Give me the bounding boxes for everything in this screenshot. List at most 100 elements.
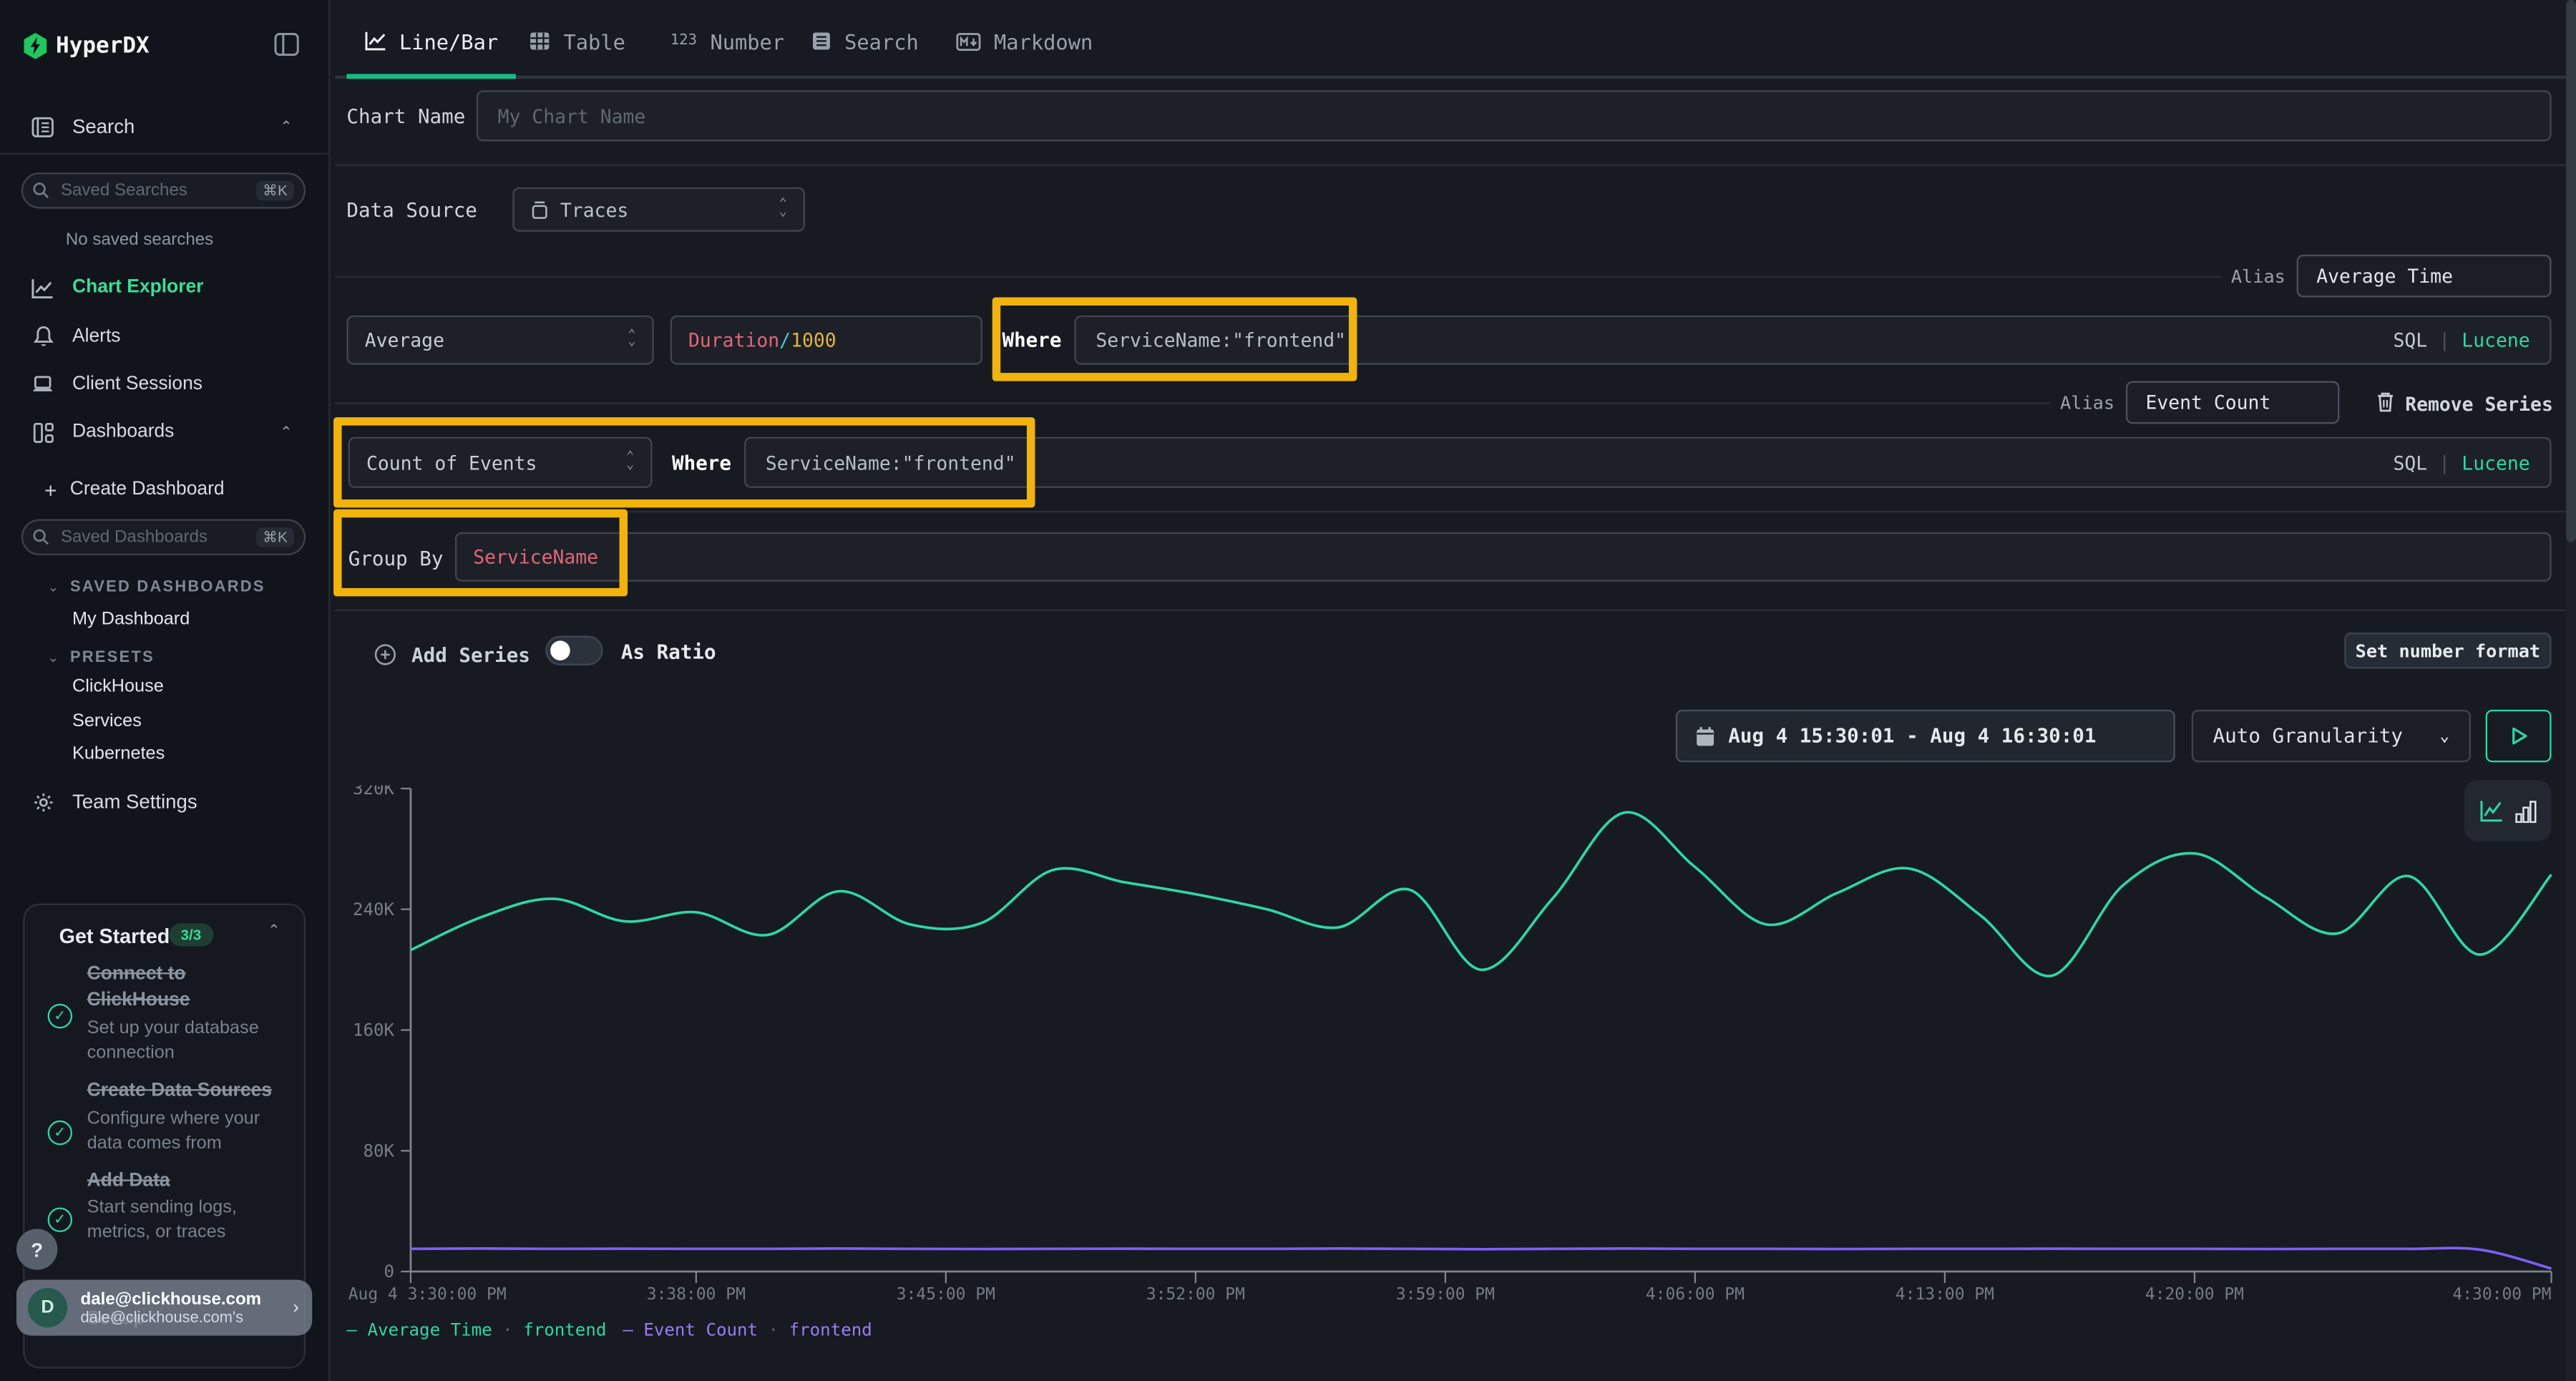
- date-range-picker[interactable]: Aug 4 15:30:01 - Aug 4 16:30:01: [1676, 710, 2175, 762]
- series2-where-field[interactable]: ServiceName:"frontend" SQL | Lucene: [744, 437, 2551, 488]
- check-circle-icon: ✓: [48, 1207, 72, 1231]
- sidebar-item-chart-explorer[interactable]: Chart Explorer: [0, 266, 328, 309]
- saved-dashboards-search[interactable]: ⌘K: [21, 519, 306, 556]
- gs-item-title[interactable]: Connect to: [87, 965, 186, 985]
- tab-search[interactable]: Search: [811, 20, 919, 63]
- legend-item-average-time[interactable]: — Average Time · frontend: [346, 1321, 606, 1341]
- dashboards-label: Dashboards: [72, 422, 174, 442]
- legend-item-event-count[interactable]: — Event Count · frontend: [623, 1321, 872, 1341]
- dashboards-icon: [31, 421, 54, 443]
- sql-mode-label[interactable]: SQL: [2394, 328, 2428, 351]
- select-chevrons-icon: ⌃⌄: [779, 199, 787, 220]
- run-query-button[interactable]: [2486, 710, 2552, 762]
- shortcut-badge: ⌘K: [256, 527, 294, 547]
- svg-text:3:52:00 PM: 3:52:00 PM: [1146, 1285, 1245, 1304]
- scrollbar-thumb[interactable]: [2566, 0, 2576, 542]
- chart-name-label: Chart Name: [346, 105, 465, 128]
- svg-text:80K: 80K: [363, 1141, 394, 1161]
- as-ratio-toggle[interactable]: [545, 636, 602, 665]
- client-sessions-label: Client Sessions: [72, 374, 203, 394]
- series1-alias-field[interactable]: [2297, 255, 2552, 298]
- brand-title: HyperDX: [56, 33, 150, 59]
- series2-alias-input[interactable]: [2142, 389, 2323, 416]
- chevron-down-icon: ⌄: [48, 579, 59, 594]
- get-started-title: Get Started: [59, 925, 170, 948]
- scrollbar-track[interactable]: [2566, 0, 2576, 1381]
- plus-circle-icon: [374, 644, 396, 665]
- trash-icon[interactable]: [2376, 391, 2396, 420]
- sidebar-item-kubernetes[interactable]: Kubernetes: [0, 733, 328, 776]
- saved-dashboards-header: SAVED DASHBOARDS: [70, 577, 265, 595]
- aggregation-value: Average: [365, 328, 444, 351]
- series2-aggregation-select[interactable]: Count of Events ⌃⌄: [348, 437, 653, 488]
- database-icon: [531, 200, 549, 220]
- tab-table[interactable]: Table: [529, 20, 625, 63]
- chevron-right-icon: ›: [293, 1298, 298, 1318]
- tab-line-bar[interactable]: Line/Bar: [365, 20, 498, 63]
- gs-item-title[interactable]: Add Data: [87, 1171, 170, 1191]
- lucene-mode-label[interactable]: Lucene: [2462, 451, 2529, 474]
- svg-text:4:20:00 PM: 4:20:00 PM: [2145, 1285, 2244, 1304]
- sidebar-item-team-settings[interactable]: Team Settings: [0, 781, 328, 824]
- data-source-select[interactable]: Traces ⌃⌄: [512, 187, 805, 232]
- series1-where-value: ServiceName:"frontend": [1096, 328, 1346, 351]
- tab-markdown[interactable]: Markdown: [956, 20, 1093, 63]
- preset-clickhouse-label: ClickHouse: [72, 677, 164, 697]
- saved-searches-search[interactable]: ⌘K: [21, 172, 306, 209]
- preset-services-label: Services: [72, 711, 142, 731]
- chart-legend: — Average Time · frontend — Event Count …: [346, 1321, 872, 1341]
- group-by-label: Group By: [348, 547, 444, 570]
- chevron-up-icon[interactable]: ⌃: [268, 922, 280, 940]
- alias-label: Alias: [2231, 266, 2285, 288]
- sidebar-item-dashboards[interactable]: Dashboards ⌃: [0, 411, 328, 454]
- chevron-down-icon: ⌄: [48, 650, 59, 665]
- sidebar-item-alerts[interactable]: Alerts: [0, 316, 328, 358]
- sidebar-item-client-sessions[interactable]: Client Sessions: [0, 363, 328, 406]
- set-number-format-button[interactable]: Set number format: [2344, 633, 2551, 669]
- remove-series-button[interactable]: Remove Series: [2405, 393, 2553, 416]
- series1-aggregation-select[interactable]: Average ⌃⌄: [346, 316, 653, 365]
- app-window: HyperDX Search ⌃ ⌘K No saved searches Ch…: [0, 0, 2576, 1381]
- user-account-button[interactable]: D dale@clickhouse.com dale@clickhouse.co…: [16, 1280, 312, 1336]
- chart-explorer-icon: [31, 277, 54, 298]
- svg-text:240K: 240K: [353, 899, 395, 919]
- saved-searches-input[interactable]: [57, 179, 256, 202]
- select-chevrons-icon: ⌃⌄: [628, 330, 635, 351]
- divider: [335, 165, 2576, 166]
- sidebar-divider: [0, 153, 328, 155]
- my-dashboard-label: My Dashboard: [72, 610, 190, 630]
- sql-mode-label[interactable]: SQL: [2394, 451, 2428, 474]
- gs-item-title[interactable]: Create Data Sources: [87, 1081, 272, 1101]
- no-saved-searches-text: No saved searches: [66, 230, 213, 250]
- sidebar-collapse-icon[interactable]: [274, 33, 298, 64]
- presets-header: PRESETS: [70, 648, 155, 666]
- sidebar-section-search[interactable]: Search ⌃: [0, 105, 328, 148]
- group-by-value: ServiceName: [473, 545, 598, 568]
- create-dashboard-button[interactable]: + Create Dashboard: [0, 468, 328, 511]
- series1-field-input[interactable]: Duration/1000: [670, 316, 982, 365]
- series2-alias-field[interactable]: [2126, 381, 2339, 424]
- team-settings-label: Team Settings: [72, 790, 197, 813]
- legend-group: frontend: [523, 1321, 606, 1341]
- sidebar-item-my-dashboard[interactable]: My Dashboard: [0, 598, 328, 641]
- granularity-select[interactable]: Auto Granularity ⌄: [2192, 710, 2471, 762]
- saved-dashboards-input[interactable]: [57, 526, 256, 549]
- svg-text:0: 0: [384, 1262, 395, 1282]
- lucene-mode-label[interactable]: Lucene: [2462, 328, 2529, 351]
- gs-item-title[interactable]: ClickHouse: [87, 990, 190, 1010]
- add-series-button[interactable]: Add Series: [374, 640, 530, 670]
- search-section-icon: [31, 116, 54, 137]
- series1-where-field[interactable]: ServiceName:"frontend" SQL | Lucene: [1075, 316, 2552, 365]
- svg-text:3:38:00 PM: 3:38:00 PM: [647, 1285, 746, 1304]
- chart-name-input[interactable]: [494, 102, 2533, 129]
- expr-field: Duration: [688, 328, 779, 351]
- divider: [335, 511, 2576, 512]
- tab-number[interactable]: 123 Number: [670, 20, 784, 63]
- gs-item-desc: Set up your database: [87, 1017, 259, 1041]
- tab-label: Markdown: [994, 29, 1093, 53]
- svg-text:4:06:00 PM: 4:06:00 PM: [1646, 1285, 1745, 1304]
- chart-name-field[interactable]: [477, 90, 2552, 141]
- group-by-field[interactable]: ServiceName: [455, 532, 2552, 582]
- series1-alias-input[interactable]: [2313, 263, 2535, 289]
- help-button[interactable]: ?: [16, 1229, 57, 1269]
